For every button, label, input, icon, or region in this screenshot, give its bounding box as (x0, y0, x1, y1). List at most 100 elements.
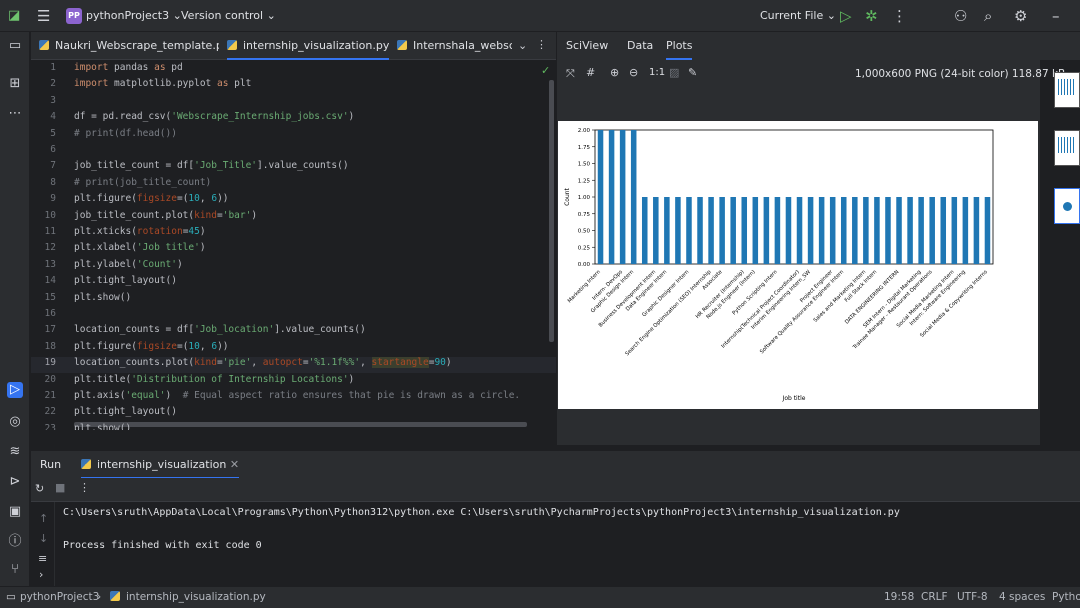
code-token: autopct (262, 357, 303, 369)
color-picker-icon[interactable]: ✎ (688, 66, 697, 79)
tabs-dropdown-icon[interactable]: ⌄ (518, 39, 527, 52)
debug-icon[interactable]: ✲ (865, 0, 878, 32)
indent-setting[interactable]: 4 spaces (999, 587, 1045, 608)
run-config-selector[interactable]: Current File ⌄ (760, 9, 836, 22)
code-line: df = pd.read_csv('Webscrape_Internship_j… (74, 111, 354, 122)
search-icon[interactable]: ⌕ (984, 0, 992, 32)
line-number: 3 (50, 94, 56, 106)
bar (807, 197, 814, 264)
zoom-in-icon[interactable]: ⊕ (610, 66, 619, 79)
breadcrumb-project[interactable]: pythonProject3 (20, 587, 99, 608)
image-icon[interactable]: ▨ (669, 66, 679, 79)
code-token: , (251, 357, 263, 369)
code-token: kind (194, 209, 217, 221)
tab-plots[interactable]: Plots (666, 32, 693, 60)
more-tools-icon[interactable]: ⋯ (7, 106, 23, 122)
code-token: ) (445, 357, 452, 369)
more-actions-icon[interactable]: ⋮ (892, 0, 907, 32)
git-icon[interactable]: ⑂ (7, 562, 23, 578)
code-line: plt.xlabel('Job title') (74, 242, 206, 253)
bar-chart-svg: 0.000.250.500.751.001.251.501.752.00Mark… (564, 128, 994, 402)
structure-icon[interactable]: ⊞ (7, 76, 23, 92)
bar (907, 197, 913, 264)
rerun-icon[interactable]: ↻ (35, 482, 44, 495)
project-folder-icon[interactable]: ▭ (7, 38, 23, 54)
caret-position[interactable]: 19:58 (884, 587, 914, 608)
minimize-icon[interactable]: – (1052, 0, 1060, 32)
layers-icon[interactable]: ≋ (7, 444, 23, 460)
bar (741, 197, 748, 264)
editor-vertical-scrollbar[interactable] (549, 80, 554, 342)
zoom-out-icon[interactable]: ⊖ (629, 66, 638, 79)
plot-thumbnail[interactable] (1054, 130, 1080, 166)
bar (885, 197, 891, 264)
line-number: 15 (44, 291, 56, 303)
down-arrow-icon[interactable]: ↓ (39, 532, 48, 545)
run-toolbar: ↻ ■ ⋮ (31, 478, 1080, 502)
more-icon[interactable]: ⋮ (79, 481, 90, 494)
python-packages-icon[interactable]: ◎ (7, 414, 23, 430)
line-separator[interactable]: CRLF (921, 587, 948, 608)
editor-horizontal-scrollbar[interactable] (74, 422, 527, 427)
bar (675, 197, 681, 264)
console-gutter: ↑ ↓ ≡ › (31, 502, 55, 586)
bar (719, 197, 725, 264)
actual-size-button[interactable]: 1:1 (649, 67, 665, 78)
bar (852, 197, 858, 264)
y-tick-label: 0.50 (578, 229, 591, 235)
close-icon[interactable]: ✕ (230, 458, 239, 471)
bar (829, 197, 836, 264)
tab-naukri-webscrape[interactable]: Naukri_Webscrape_template.py (39, 32, 219, 60)
bar (763, 197, 770, 264)
python-file-icon (397, 40, 407, 50)
expand-icon[interactable]: › (39, 568, 43, 581)
tab-internship-visualization[interactable]: internship_visualization.py ✕ (227, 32, 389, 60)
code-line: import matplotlib.pyplot as plt (74, 78, 251, 89)
interpreter[interactable]: Pytho (1052, 587, 1080, 608)
run-config-tab[interactable]: internship_visualization ✕ (81, 451, 240, 479)
console-output[interactable]: C:\Users\sruth\AppData\Local\Programs\Py… (55, 502, 1080, 586)
up-arrow-icon[interactable]: ↑ (39, 512, 48, 525)
python-file-icon (81, 459, 91, 469)
plot-thumbnail-selected[interactable] (1054, 188, 1080, 224)
breadcrumb-file[interactable]: internship_visualization.py (110, 587, 266, 608)
vcs-selector[interactable]: Version control ⌄ (181, 9, 276, 22)
tab-internshala-webscrape[interactable]: Internshala_webscra (397, 32, 512, 60)
line-number: 1 (50, 62, 56, 73)
bar (630, 130, 637, 264)
run-icon[interactable]: ▷ (840, 0, 852, 32)
tabs-more-icon[interactable]: ⋮ (536, 38, 547, 51)
python-file-icon (39, 40, 49, 50)
python-file-icon (110, 591, 120, 601)
line-number: 17 (44, 324, 56, 336)
code-token: df = pd.read_csv( (74, 111, 172, 123)
plot-thumbnails (1040, 60, 1080, 250)
run-tool-icon[interactable]: ▷ (7, 382, 23, 398)
line-number: 12 (44, 242, 56, 254)
fit-icon[interactable]: ⤧ (566, 67, 575, 81)
tab-data[interactable]: Data (627, 32, 653, 60)
bar (708, 197, 714, 264)
line-number: 11 (44, 226, 56, 237)
project-selector[interactable]: pythonProject3 ⌄ (86, 9, 182, 22)
settings-gear-icon[interactable]: ⚙ (1014, 0, 1027, 32)
code-token: figsize (136, 193, 177, 205)
main-menu-icon[interactable]: ☰ (37, 0, 50, 32)
soft-wrap-icon[interactable]: ≡ (38, 552, 47, 565)
sciview-toolbar: ⤧ # ⊕ ⊖ 1:1 ▨ ✎ 1,000x600 PNG (24-bit co… (557, 60, 1065, 88)
code-token: plt.figure( (74, 340, 137, 352)
left-tool-strip: ▭ ⊞ ⋯ ▷ ◎ ≋ ⊳ ▣ ⓘ ⑂ (0, 32, 30, 586)
terminal-icon[interactable]: ▣ (7, 504, 23, 520)
code-editor[interactable]: ✓ 1 2 3 4 5 6 7 8 9 10 11 12 13 14 15 16 17 18 19 20 21 22 23 i… (31, 60, 556, 430)
account-icon[interactable]: ⚇ (954, 0, 967, 32)
grid-icon[interactable]: # (586, 66, 595, 79)
title-bar: ◪ ☰ PP pythonProject3 ⌄ Version control … (0, 0, 1080, 32)
services-icon[interactable]: ⊳ (7, 474, 23, 490)
stop-icon[interactable]: ■ (55, 481, 65, 494)
plot-thumbnail[interactable] (1054, 72, 1080, 108)
y-tick-label: 0.75 (578, 212, 591, 218)
image-info: 1,000x600 PNG (24-bit color) 118.87 kB (855, 68, 1066, 80)
run-panel-header: Run internship_visualization ✕ (31, 450, 1080, 479)
problems-icon[interactable]: ⓘ (7, 534, 23, 550)
file-encoding[interactable]: UTF-8 (957, 587, 988, 608)
